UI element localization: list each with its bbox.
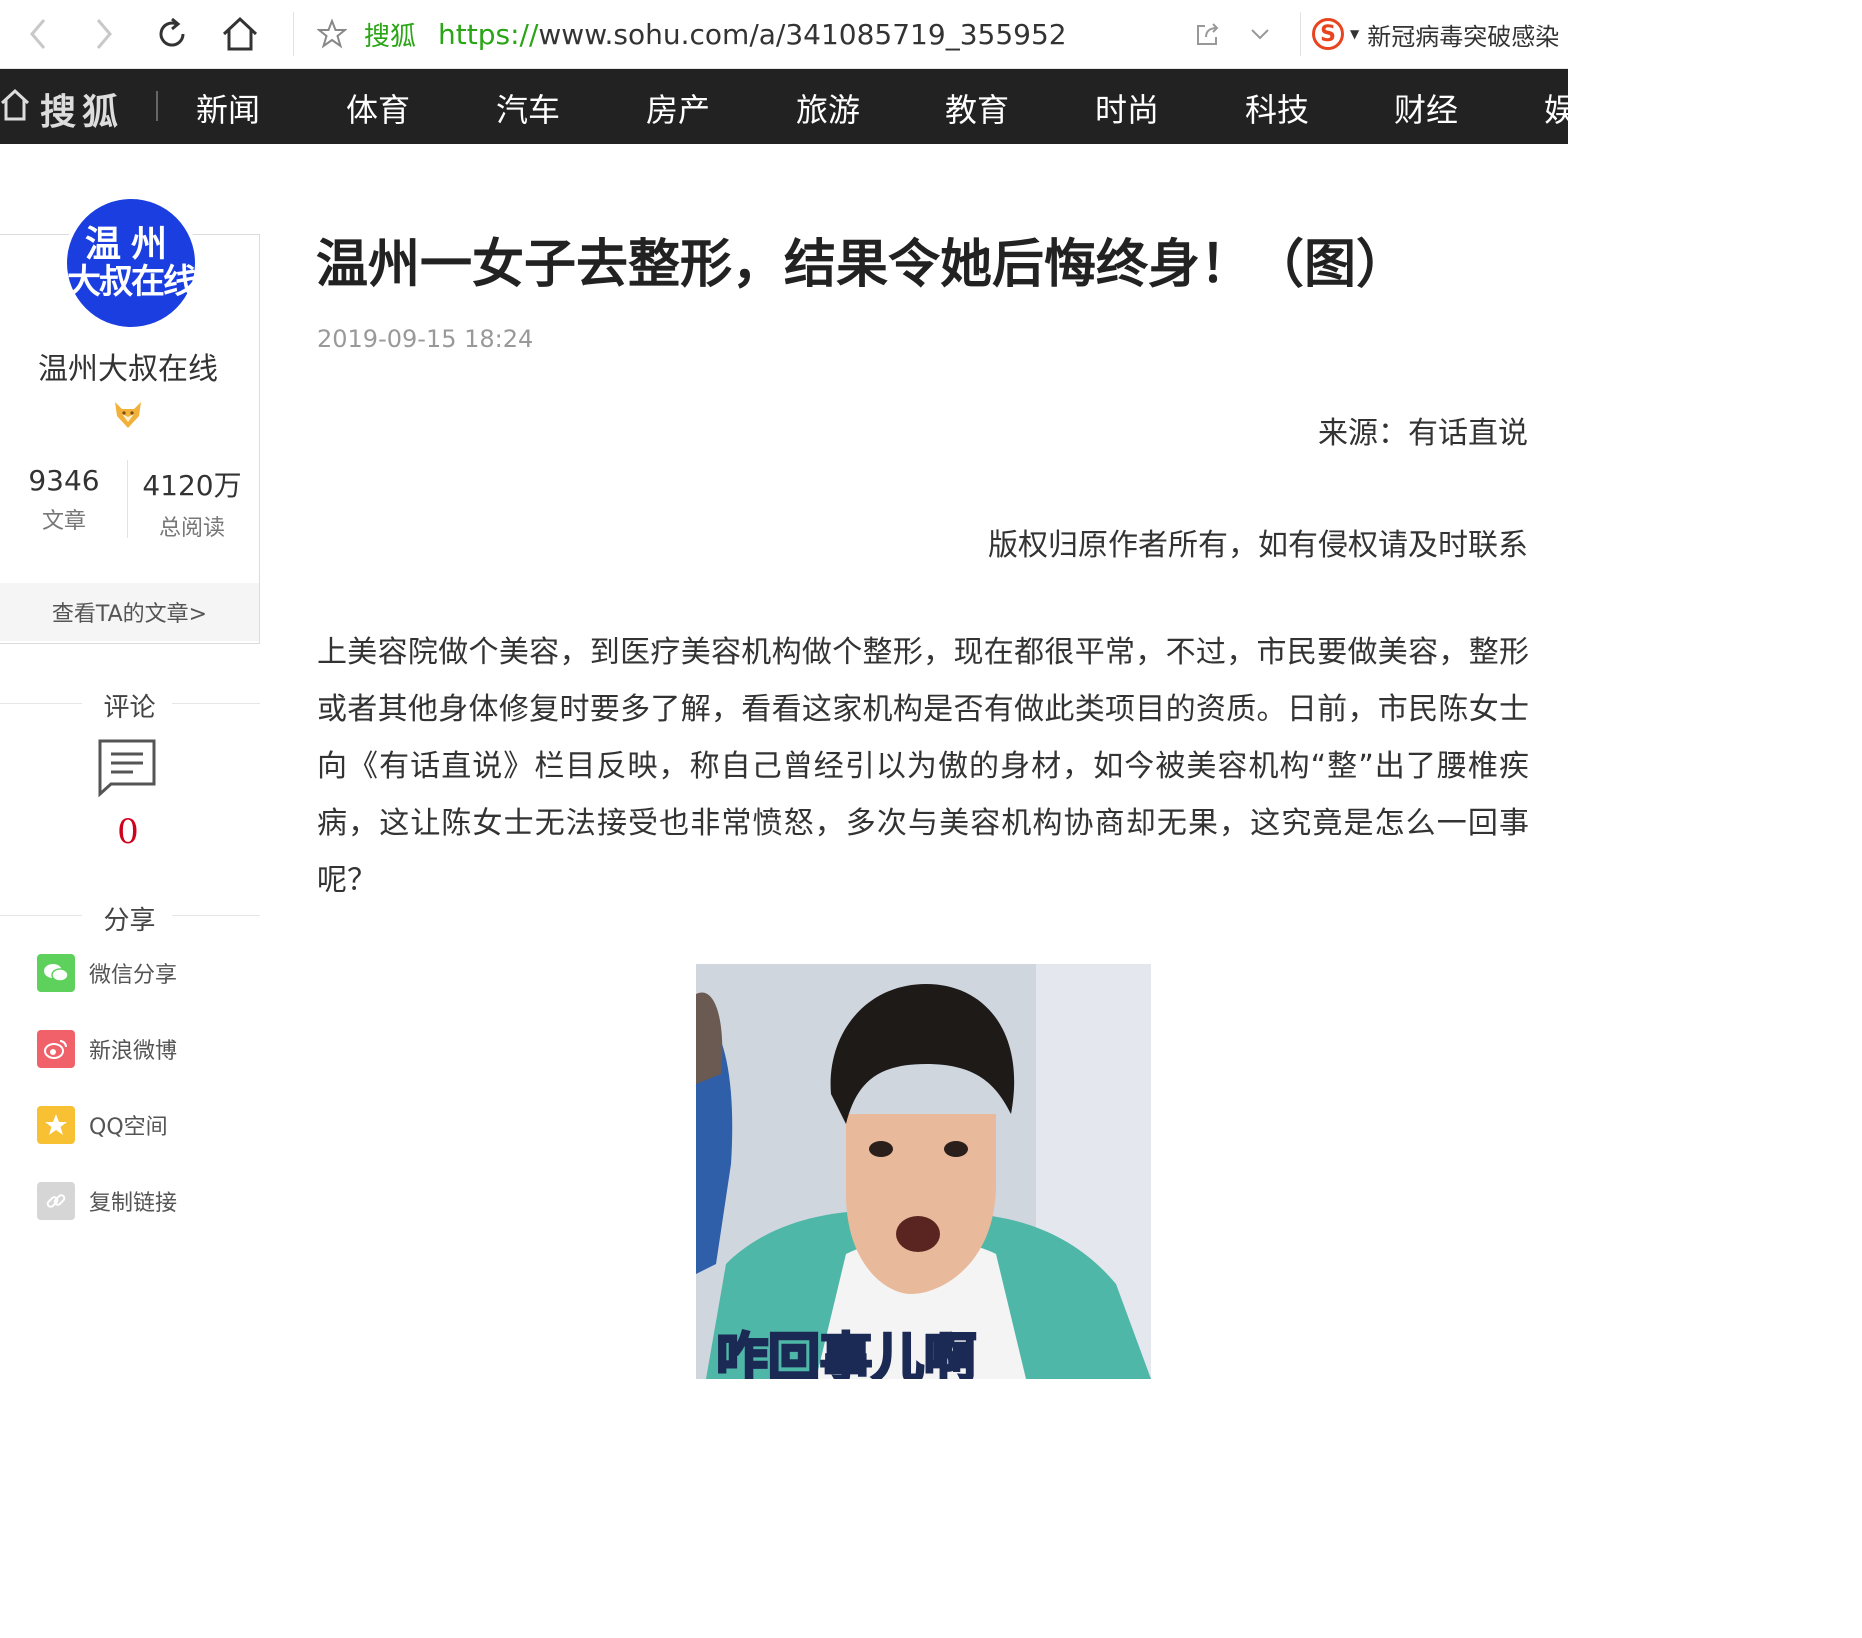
url-text: www.sohu.com/a/341085719_355952 — [538, 17, 1067, 51]
share-page-icon — [1197, 23, 1219, 45]
share-weibo-button[interactable]: 新浪微博 — [37, 1029, 177, 1069]
nav-item-entertainment[interactable]: 娱 — [1544, 85, 1576, 131]
toolbar-divider — [1300, 12, 1301, 56]
view-author-articles-button[interactable]: 查看TA的文章> — [0, 583, 259, 641]
article-paragraph: 上美容院做个美容，到医疗美容机构做个整形，现在都很平常，不过，市民要做美容，整形… — [317, 635, 1529, 898]
articles-count: 9346 — [28, 464, 100, 497]
bookmark-star-icon[interactable] — [310, 12, 354, 56]
author-name[interactable]: 温州大叔在线 — [0, 344, 256, 388]
share-title: 分享 — [103, 906, 156, 936]
comments-title: 评论 — [103, 693, 156, 723]
article-date: 2019-09-15 18:24 — [317, 325, 534, 353]
article-image: 咋回事儿啊 — [696, 964, 1151, 1379]
nav-item-auto[interactable]: 汽车 — [496, 85, 560, 131]
reload-icon — [159, 17, 185, 47]
share-weibo-label: 新浪微博 — [89, 1039, 178, 1064]
nav-item-finance[interactable]: 财经 — [1394, 85, 1458, 131]
wechat-icon — [37, 954, 75, 992]
search-engine-dropdown-icon[interactable]: ▼ — [1350, 27, 1359, 41]
nav-item-realestate[interactable]: 房产 — [646, 85, 710, 131]
nav-item-education[interactable]: 教育 — [945, 85, 1009, 131]
nav-item-fashion[interactable]: 时尚 — [1095, 85, 1159, 131]
articles-stat: 9346 文章 — [0, 464, 128, 535]
link-icon — [37, 1182, 75, 1220]
home-button[interactable] — [218, 12, 262, 56]
share-qzone-button[interactable]: QQ空间 — [37, 1105, 168, 1145]
channel-nav: 搜狐 新闻 体育 汽车 房产 旅游 教育 时尚 科技 财经 娱 — [0, 69, 1576, 144]
forward-button[interactable] — [82, 12, 126, 56]
reads-label: 总阅读 — [158, 516, 225, 541]
nav-item-tech[interactable]: 科技 — [1245, 85, 1309, 131]
share-page-button[interactable] — [1186, 12, 1230, 56]
home-icon — [222, 16, 258, 51]
share-qzone-label: QQ空间 — [89, 1115, 168, 1140]
copyright-notice: 版权归原作者所有，如有侵权请及时联系 — [988, 528, 1528, 563]
copy-link-label: 复制链接 — [89, 1191, 178, 1216]
forward-icon — [96, 19, 112, 49]
search-hint[interactable]: 新冠病毒突破感染 — [1367, 17, 1559, 52]
sohu-logo[interactable]: 搜狐 — [40, 83, 124, 135]
qzone-icon — [37, 1106, 75, 1144]
reads-stat: 4120万 总阅读 — [128, 464, 256, 542]
reads-count: 4120万 — [142, 469, 242, 502]
back-icon — [30, 19, 46, 49]
back-button[interactable] — [16, 12, 60, 56]
fox-badge-icon — [115, 402, 141, 428]
image-caption: 咋回事儿啊 — [716, 1329, 976, 1379]
reload-button[interactable] — [150, 12, 194, 56]
weibo-icon — [37, 1030, 75, 1068]
comment-count[interactable]: 0 — [0, 812, 256, 852]
avatar[interactable]: 温州 大叔在线 — [63, 195, 199, 331]
nav-item-travel[interactable]: 旅游 — [796, 85, 860, 131]
home-icon[interactable] — [0, 87, 30, 123]
share-wechat-button[interactable]: 微信分享 — [37, 953, 177, 993]
article-gif-illustration: 咋回事儿啊 — [696, 964, 1151, 1379]
toolbar-divider — [293, 12, 294, 56]
sogou-search-icon[interactable]: S — [1312, 18, 1344, 50]
search-box[interactable]: S ▼ 新冠病毒突破感染 — [1312, 10, 1572, 58]
articles-label: 文章 — [41, 509, 86, 534]
copy-link-button[interactable]: 复制链接 — [37, 1181, 177, 1221]
browser-toolbar: 搜狐 https://www.sohu.com/a/341085719_3559… — [0, 0, 1568, 69]
address-dropdown-button[interactable] — [1238, 12, 1282, 56]
site-name: 搜狐 — [364, 21, 417, 52]
nav-divider — [156, 91, 158, 121]
comment-icon[interactable] — [97, 738, 157, 798]
share-wechat-label: 微信分享 — [89, 963, 178, 988]
article-title: 温州一女子去整形，结果令她后悔终身！（图） — [316, 235, 1409, 295]
nav-item-news[interactable]: 新闻 — [196, 85, 260, 131]
avatar-text-line2: 大叔在线 — [67, 262, 197, 302]
url-protocol: https:// — [438, 17, 539, 51]
chevron-down-icon — [1251, 29, 1269, 40]
address-bar[interactable]: 搜狐 https://www.sohu.com/a/341085719_3559… — [310, 10, 1190, 58]
avatar-text-line1: 温州 — [84, 224, 177, 265]
article-source: 来源：有话直说 — [1318, 416, 1528, 451]
nav-item-sports[interactable]: 体育 — [346, 85, 410, 131]
